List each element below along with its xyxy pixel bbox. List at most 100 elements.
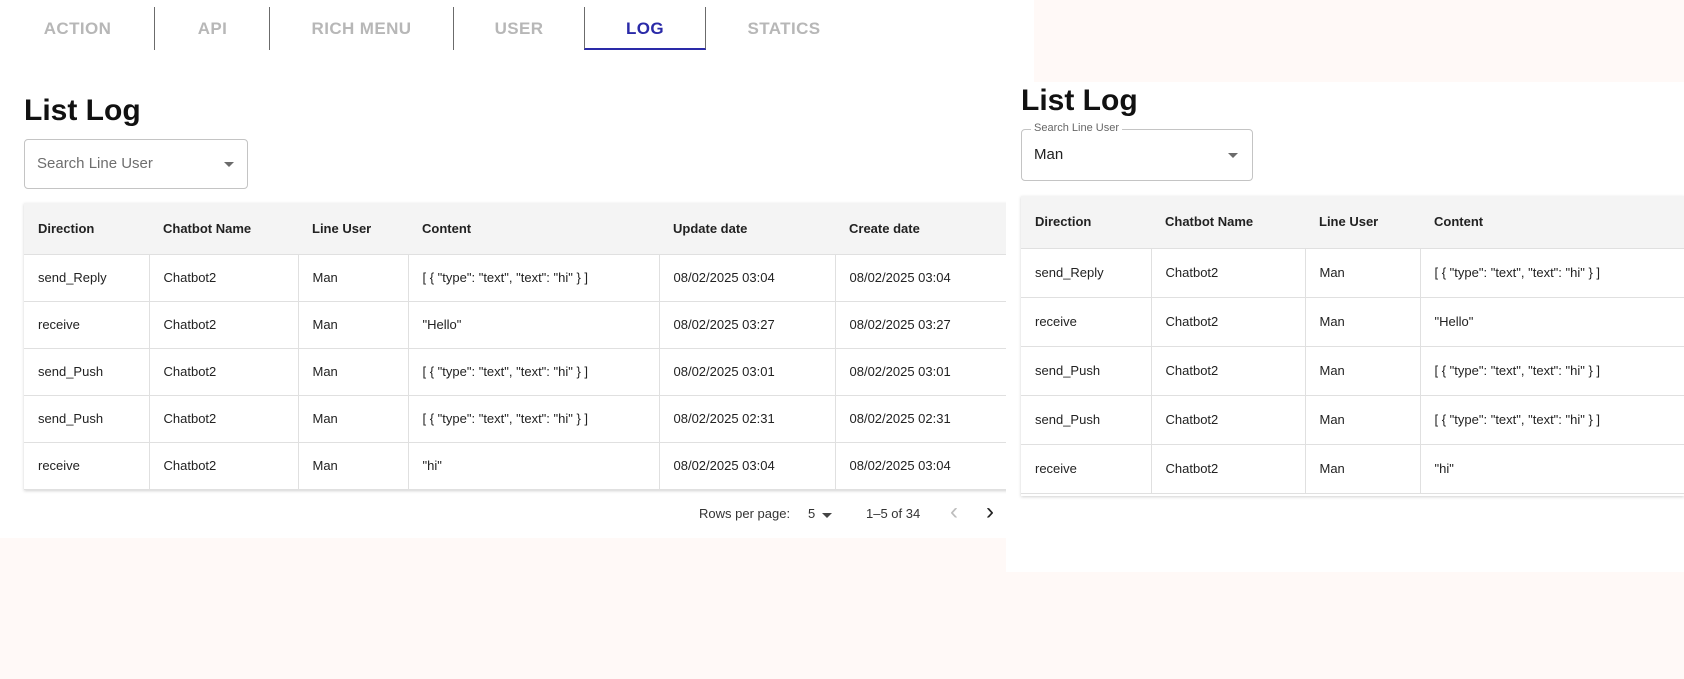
page-title: List Log [1021,84,1138,117]
cell-line-user: Man [298,254,409,302]
tab-statics[interactable]: STATICS [706,7,862,50]
column-header-line-user[interactable]: Line User [298,203,408,255]
chevron-down-icon [822,513,832,518]
chevron-down-icon [224,162,234,167]
cell-content: [ { "type": "text", "text": "hi" } ] [408,395,660,443]
cell-create-date: 08/02/2025 02:31 [835,395,1034,443]
cell-direction: send_Push [24,348,150,396]
cell-content: [ { "type": "text", "text": "hi" } ] [1420,395,1684,445]
rows-per-page-label: Rows per page: [699,506,791,521]
cell-content: [ { "type": "text", "text": "hi" } ] [1420,248,1684,298]
cell-content: "Hello" [1420,297,1684,347]
cell-line-user: Man [298,301,409,349]
cell-create-date: 08/02/2025 03:04 [835,442,1034,490]
table-row[interactable]: send_Push Chatbot2 Man [ { "type": "text… [1021,346,1684,396]
search-value: Man [1034,146,1064,163]
log-table: Direction Chatbot Name Line User Content… [24,203,1034,490]
cell-chatbot-name: Chatbot2 [149,301,299,349]
cell-line-user: Man [1305,248,1421,298]
table-row[interactable]: send_Push Chatbot2 Man [ { "type": "text… [24,348,1034,396]
cell-line-user: Man [1305,297,1421,347]
cell-content: [ { "type": "text", "text": "hi" } ] [408,254,660,302]
page-title: List Log [24,94,141,127]
table-row[interactable]: send_Reply Chatbot2 Man [ { "type": "tex… [24,254,1034,302]
cell-chatbot-name: Chatbot2 [1151,346,1306,396]
tab-user[interactable]: USER [454,7,584,50]
left-panel: ACTION API RICH MENU USER LOG STATICS Li… [0,0,1034,538]
column-header-update-date[interactable]: Update date [659,203,835,255]
table-header-row: Direction Chatbot Name Line User Content… [24,203,1034,255]
cell-direction: receive [1021,444,1152,494]
cell-direction: receive [24,301,150,349]
table-row[interactable]: send_Push Chatbot2 Man [ { "type": "text… [1021,395,1684,445]
search-line-user-select[interactable]: Search Line User [24,139,248,189]
cell-content: "hi" [408,442,660,490]
table-row[interactable]: send_Reply Chatbot2 Man [ { "type": "tex… [1021,248,1684,298]
cell-chatbot-name: Chatbot2 [149,348,299,396]
cell-chatbot-name: Chatbot2 [1151,248,1306,298]
cell-content: "Hello" [408,301,660,349]
table-row[interactable]: receive Chatbot2 Man "Hello" 08/02/2025 … [24,301,1034,349]
cell-direction: send_Reply [24,254,150,302]
table-row[interactable]: receive Chatbot2 Man "hi" [1021,444,1684,494]
cell-direction: send_Push [24,395,150,443]
previous-page-icon[interactable]: ‹ [950,498,958,526]
cell-direction: send_Push [1021,346,1152,396]
tab-bar: ACTION API RICH MENU USER LOG STATICS [0,7,1034,51]
column-header-direction[interactable]: Direction [1021,196,1151,249]
search-placeholder: Search Line User [37,155,153,172]
cell-content: [ { "type": "text", "text": "hi" } ] [408,348,660,396]
cell-content: "hi" [1420,444,1684,494]
search-line-user-select[interactable]: Search Line User Man [1021,122,1253,181]
cell-create-date: 08/02/2025 03:04 [835,254,1034,302]
cell-direction: send_Push [1021,395,1152,445]
cell-update-date: 08/02/2025 03:04 [659,442,836,490]
cell-direction: receive [24,442,150,490]
log-table: Direction Chatbot Name Line User Content… [1021,196,1684,496]
column-header-content[interactable]: Content [1420,196,1684,249]
cell-create-date: 08/02/2025 03:01 [835,348,1034,396]
search-label: Search Line User [1031,122,1122,134]
cell-create-date: 08/02/2025 03:27 [835,301,1034,349]
tab-log[interactable]: LOG [584,7,706,50]
rows-per-page-select[interactable]: 5 [808,506,834,521]
column-header-line-user[interactable]: Line User [1305,196,1420,249]
table-row[interactable]: receive Chatbot2 Man "Hello" [1021,297,1684,347]
cell-direction: receive [1021,297,1152,347]
cell-line-user: Man [1305,395,1421,445]
cell-update-date: 08/02/2025 03:01 [659,348,836,396]
tab-api[interactable]: API [155,7,270,50]
cell-chatbot-name: Chatbot2 [1151,444,1306,494]
table-row[interactable]: send_Push Chatbot2 Man [ { "type": "text… [24,395,1034,443]
chevron-down-icon [1228,153,1238,158]
pagination-range: 1–5 of 34 [866,506,921,521]
tab-rich-menu[interactable]: RICH MENU [270,7,453,50]
cell-content: [ { "type": "text", "text": "hi" } ] [1420,346,1684,396]
cell-chatbot-name: Chatbot2 [149,442,299,490]
column-header-direction[interactable]: Direction [24,203,149,255]
column-header-create-date[interactable]: Create date [835,203,1034,255]
rows-per-page-value: 5 [808,506,816,521]
table-header-row: Direction Chatbot Name Line User Content [1021,196,1684,249]
cell-update-date: 08/02/2025 03:27 [659,301,836,349]
column-header-content[interactable]: Content [408,203,659,255]
cell-line-user: Man [1305,444,1421,494]
cell-line-user: Man [298,442,409,490]
cell-chatbot-name: Chatbot2 [149,395,299,443]
cell-chatbot-name: Chatbot2 [149,254,299,302]
right-panel: List Log Search Line User Man Direction … [1006,82,1684,572]
cell-update-date: 08/02/2025 03:04 [659,254,836,302]
pagination: Rows per page: 5 1–5 of 34 ‹ › [0,498,1034,525]
column-header-chatbot-name[interactable]: Chatbot Name [1151,196,1305,249]
cell-line-user: Man [298,395,409,443]
table-row[interactable]: receive Chatbot2 Man "hi" 08/02/2025 03:… [24,442,1034,490]
cell-line-user: Man [1305,346,1421,396]
next-page-icon[interactable]: › [986,498,994,526]
tab-action[interactable]: ACTION [0,7,155,50]
cell-update-date: 08/02/2025 02:31 [659,395,836,443]
cell-direction: send_Reply [1021,248,1152,298]
column-header-chatbot-name[interactable]: Chatbot Name [149,203,298,255]
cell-line-user: Man [298,348,409,396]
cell-chatbot-name: Chatbot2 [1151,297,1306,347]
cell-chatbot-name: Chatbot2 [1151,395,1306,445]
